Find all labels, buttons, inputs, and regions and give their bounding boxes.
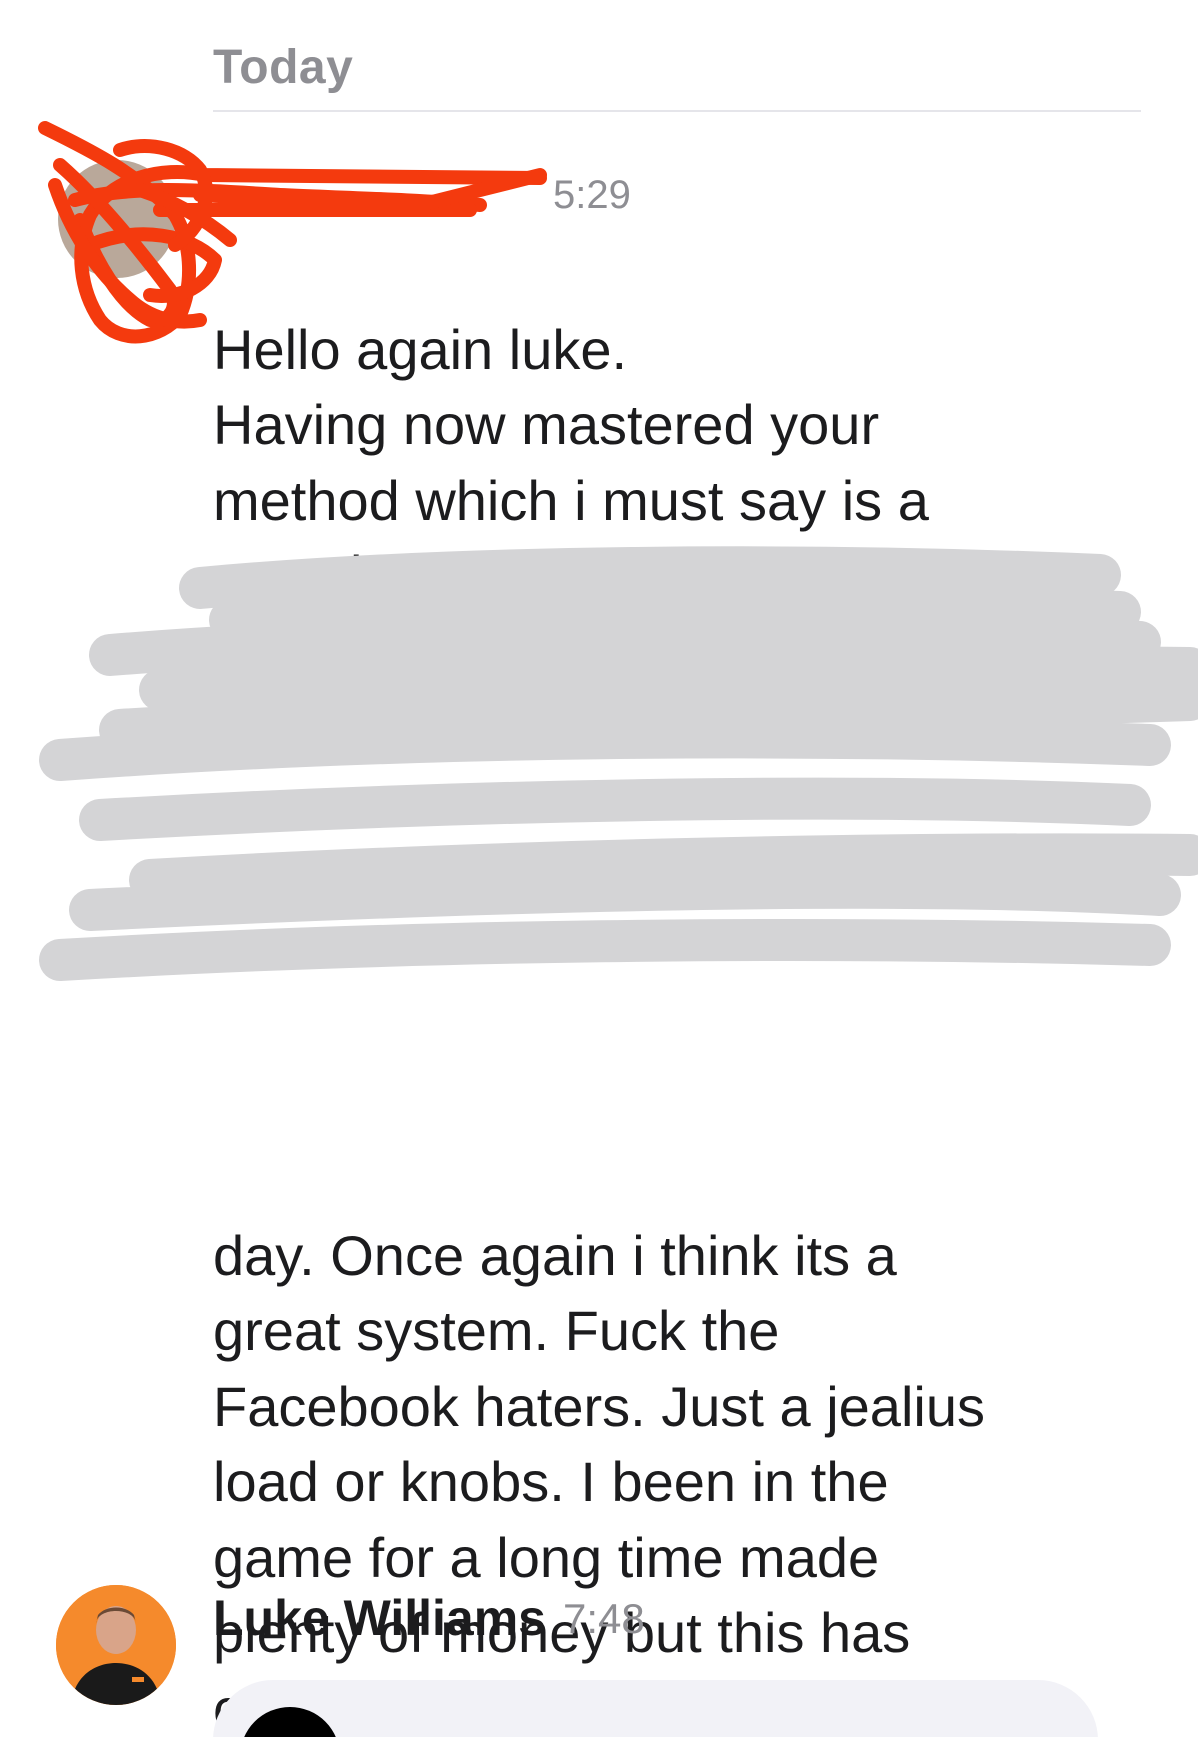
message-body[interactable]: Hello again luke. Having now mastered yo…	[213, 236, 1113, 1737]
message-text-bottom: day. Once again i think its a great syst…	[213, 1223, 985, 1737]
message-text-top: Hello again luke. Having now mastered yo…	[213, 317, 945, 608]
message-time: 5:29	[553, 173, 631, 217]
voice-play-button[interactable]	[240, 1707, 340, 1737]
date-header: Today	[213, 41, 354, 94]
message-redacted-gap	[213, 689, 1113, 1142]
luke-avatar[interactable]	[56, 1585, 176, 1705]
sender-avatar[interactable]	[58, 160, 176, 278]
luke-message-time: 7:48	[563, 1595, 645, 1642]
luke-message-bubble[interactable]	[213, 1680, 1098, 1737]
luke-name[interactable]: Luke Williams	[213, 1589, 546, 1647]
date-divider	[213, 110, 1141, 112]
person-photo-icon	[56, 1585, 176, 1705]
